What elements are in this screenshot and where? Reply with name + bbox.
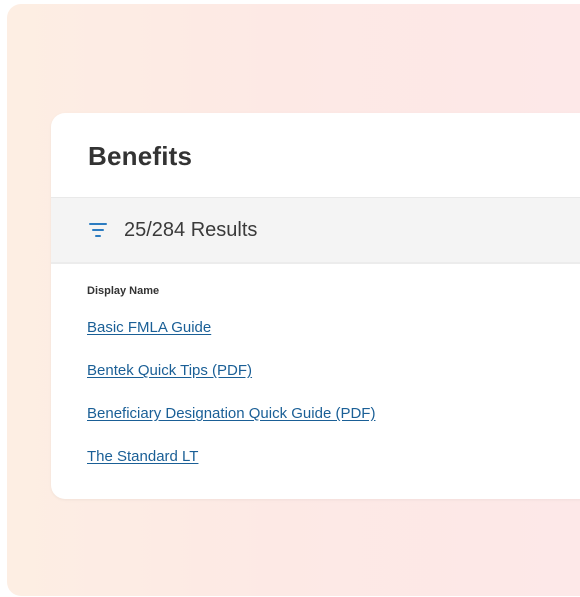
document-link[interactable]: Bentek Quick Tips (PDF) <box>87 362 252 379</box>
page-title: Benefits <box>88 141 193 171</box>
list-item: Beneficiary Designation Quick Guide (PDF… <box>87 405 375 448</box>
list-item: Basic FMLA Guide <box>87 319 375 362</box>
results-bar: 25/284 Results <box>51 197 580 264</box>
benefits-card: Benefits 25/284 Results Display Name Bas… <box>51 113 580 499</box>
document-link[interactable]: Basic FMLA Guide <box>87 319 211 336</box>
results-count: 25/284 Results <box>124 219 258 241</box>
list-item: Bentek Quick Tips (PDF) <box>87 362 375 405</box>
list-item: The Standard LT <box>87 448 375 491</box>
document-list: Basic FMLA Guide Bentek Quick Tips (PDF)… <box>87 319 375 491</box>
document-link[interactable]: Beneficiary Designation Quick Guide (PDF… <box>87 405 375 422</box>
page-background: Benefits 25/284 Results Display Name Bas… <box>7 4 580 596</box>
document-link[interactable]: The Standard LT <box>87 448 198 465</box>
filter-icon[interactable] <box>89 222 107 238</box>
column-header-display-name: Display Name <box>87 285 160 297</box>
